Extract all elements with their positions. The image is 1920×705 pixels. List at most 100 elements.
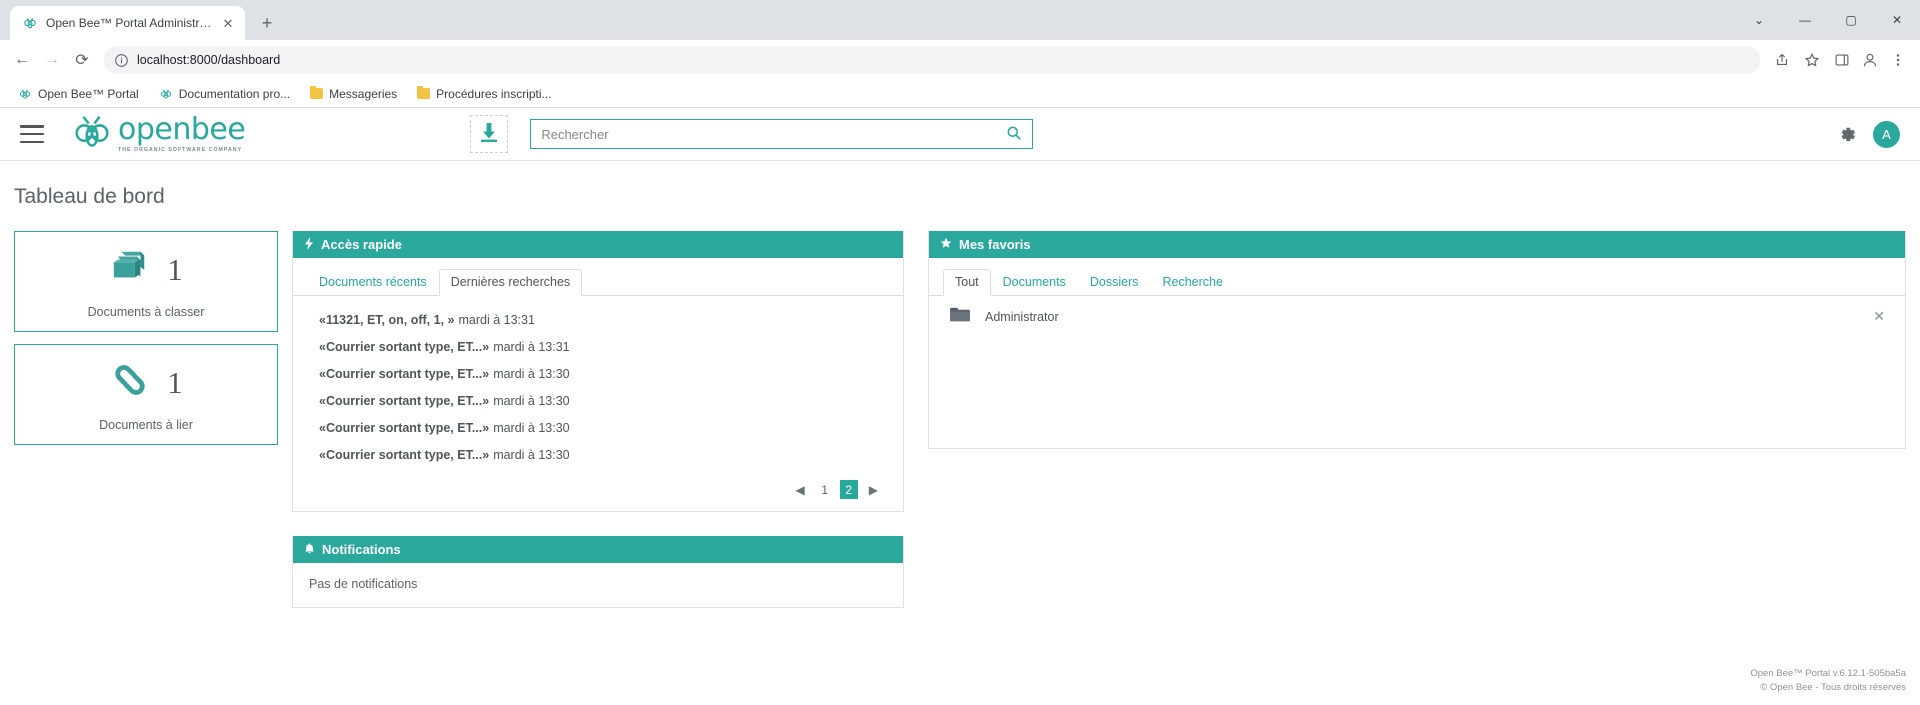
quick-access-tabs: Documents récents Dernières recherches (293, 258, 903, 296)
bookmark-item[interactable]: Procédures inscripti... (409, 84, 559, 104)
list-item[interactable]: «Courrier sortant type, ET...» mardi à 13… (293, 333, 903, 360)
tab-recherche[interactable]: Recherche (1151, 269, 1235, 296)
star-icon (940, 237, 952, 252)
maximize-button[interactable]: ▢ (1828, 0, 1874, 40)
stat-count: 1 (167, 252, 183, 287)
bookmark-label: Messageries (329, 86, 398, 101)
documents-stack-icon (109, 248, 151, 291)
search-query: «11321, ET, on, off, 1, » (319, 312, 455, 327)
list-item[interactable]: «Courrier sortant type, ET...» mardi à 13… (293, 441, 903, 468)
bookmark-label: Documentation pro... (178, 86, 291, 101)
pagination-next-icon[interactable]: ▶ (864, 480, 883, 499)
footer-version: Open Bee™ Portal v.6.12.1-505ba5a (1750, 668, 1906, 680)
minimize-button[interactable]: — (1782, 0, 1828, 40)
app-footer: Open Bee™ Portal v.6.12.1-505ba5a © Open… (1750, 667, 1906, 695)
stats-column: 1 Documents à classer 1 Documents à lier (14, 231, 278, 457)
browser-window: Open Bee™ Portal Administrator ✕ + ⌄ — ▢… (0, 0, 1920, 705)
search-input[interactable] (541, 126, 1007, 142)
quick-access-column: Accès rapide Documents récents Dernières… (292, 231, 904, 608)
favorites-panel: Mes favoris Tout Documents Dossiers Rech… (928, 231, 1906, 449)
favorites-body: Tout Documents Dossiers Recherche Admini… (929, 258, 1905, 448)
notifications-body: Pas de notifications (293, 563, 903, 607)
bookmark-item[interactable]: Documentation pro... (151, 84, 298, 104)
star-icon[interactable] (1798, 46, 1826, 74)
recent-searches-list: «11321, ET, on, off, 1, » mardi à 13:31 «… (293, 296, 903, 468)
favorite-name: Administrator (985, 309, 1059, 324)
tab-documents-recents[interactable]: Documents récents (307, 269, 439, 296)
search-box[interactable] (530, 119, 1034, 149)
tab-search-chevron-icon[interactable]: ⌄ (1736, 0, 1782, 40)
list-item[interactable]: «Courrier sortant type, ET...» mardi à 13… (293, 387, 903, 414)
bell-icon (304, 542, 315, 558)
stat-card-documents-a-lier[interactable]: 1 Documents à lier (14, 344, 278, 445)
download-upload-icon (477, 120, 501, 149)
search-time: mardi à 13:30 (493, 393, 570, 408)
new-tab-button[interactable]: + (253, 9, 281, 37)
side-panel-icon[interactable] (1828, 46, 1856, 74)
favorites-column: Mes favoris Tout Documents Dossiers Rech… (928, 231, 1906, 449)
notifications-title: Notifications (322, 542, 401, 557)
favorites-tabs: Tout Documents Dossiers Recherche (929, 258, 1905, 296)
info-circle-icon[interactable] (114, 53, 129, 68)
tab-title: Open Bee™ Portal Administrator (46, 16, 212, 30)
pagination-page-1[interactable]: 1 (816, 480, 834, 499)
bee-icon (159, 87, 173, 101)
search-query: «Courrier sortant type, ET...» (319, 366, 490, 381)
profile-icon[interactable] (1858, 48, 1882, 72)
quick-access-panel: Accès rapide Documents récents Dernières… (292, 231, 904, 512)
tab-close-icon[interactable]: ✕ (220, 15, 236, 31)
browser-tab[interactable]: Open Bee™ Portal Administrator ✕ (10, 6, 245, 40)
search-button[interactable] (1006, 125, 1022, 144)
folder-icon (417, 86, 431, 99)
bee-icon (75, 116, 109, 147)
quick-access-title: Accès rapide (321, 237, 402, 252)
quick-access-body: Documents récents Dernières recherches «… (293, 258, 903, 511)
toolbar-actions (1768, 46, 1912, 74)
bookmarks-bar: Open Bee™ Portal Documentation pro... Me… (0, 80, 1920, 108)
link-chain-icon (109, 361, 151, 404)
tab-dossiers[interactable]: Dossiers (1078, 269, 1151, 296)
pagination: ◀ 1 2 ▶ (293, 468, 903, 511)
notifications-panel: Notifications Pas de notifications (292, 536, 904, 608)
reload-button[interactable]: ⟳ (68, 46, 96, 74)
browser-toolbar: ← → ⟳ localhost:8000/dashboard (0, 40, 1920, 80)
back-button[interactable]: ← (8, 46, 36, 74)
close-window-button[interactable]: ✕ (1874, 0, 1920, 40)
avatar[interactable]: A (1873, 120, 1900, 148)
favorites-title: Mes favoris (959, 237, 1031, 252)
kebab-menu-icon[interactable] (1884, 46, 1912, 74)
list-item[interactable]: «11321, ET, on, off, 1, » mardi à 13:31 (293, 306, 903, 333)
search-time: mardi à 13:30 (493, 447, 570, 462)
browser-tabstrip: Open Bee™ Portal Administrator ✕ + ⌄ — ▢… (0, 0, 1920, 40)
close-icon[interactable]: ✕ (1873, 308, 1885, 325)
list-item[interactable]: Administrator ✕ (929, 296, 1905, 337)
tab-dernieres-recherches[interactable]: Dernières recherches (438, 269, 583, 296)
magnifier-icon (1006, 125, 1022, 144)
dashboard-grid: 1 Documents à classer 1 Documents à lier… (0, 209, 1920, 608)
openbee-logo[interactable]: openbee THE ORGANIC SOFTWARE COMPANY (70, 112, 246, 156)
list-item[interactable]: «Courrier sortant type, ET...» mardi à 13… (293, 414, 903, 441)
tab-documents[interactable]: Documents (991, 269, 1078, 296)
share-icon[interactable] (1768, 46, 1796, 74)
gear-icon[interactable] (1838, 125, 1857, 144)
pagination-page-2[interactable]: 2 (839, 480, 858, 499)
bookmark-item[interactable]: Open Bee™ Portal (10, 84, 147, 104)
footer-copyright: © Open Bee - Tous droits réservés (1760, 682, 1906, 694)
stat-label: Documents à classer (87, 305, 205, 319)
upload-dropzone[interactable] (470, 115, 509, 153)
window-controls: ⌄ — ▢ ✕ (1736, 0, 1920, 40)
app-header: openbee THE ORGANIC SOFTWARE COMPANY Rec… (0, 108, 1920, 161)
address-bar[interactable]: localhost:8000/dashboard (104, 46, 1760, 74)
list-item[interactable]: «Courrier sortant type, ET...» mardi à 13… (293, 360, 903, 387)
search-query: «Courrier sortant type, ET...» (319, 339, 490, 354)
bookmark-label: Procédures inscripti... (436, 86, 552, 101)
folder-icon (310, 86, 324, 99)
hamburger-menu-icon[interactable] (20, 125, 44, 143)
tab-tout[interactable]: Tout (943, 269, 991, 296)
bookmark-item[interactable]: Messageries (302, 84, 405, 104)
search-query: «Courrier sortant type, ET...» (319, 393, 490, 408)
stat-card-documents-a-classer[interactable]: 1 Documents à classer (14, 231, 278, 332)
notifications-header: Notifications (293, 536, 903, 563)
pagination-prev-icon[interactable]: ◀ (791, 480, 810, 499)
logo-wordmark: openbee (118, 112, 246, 147)
